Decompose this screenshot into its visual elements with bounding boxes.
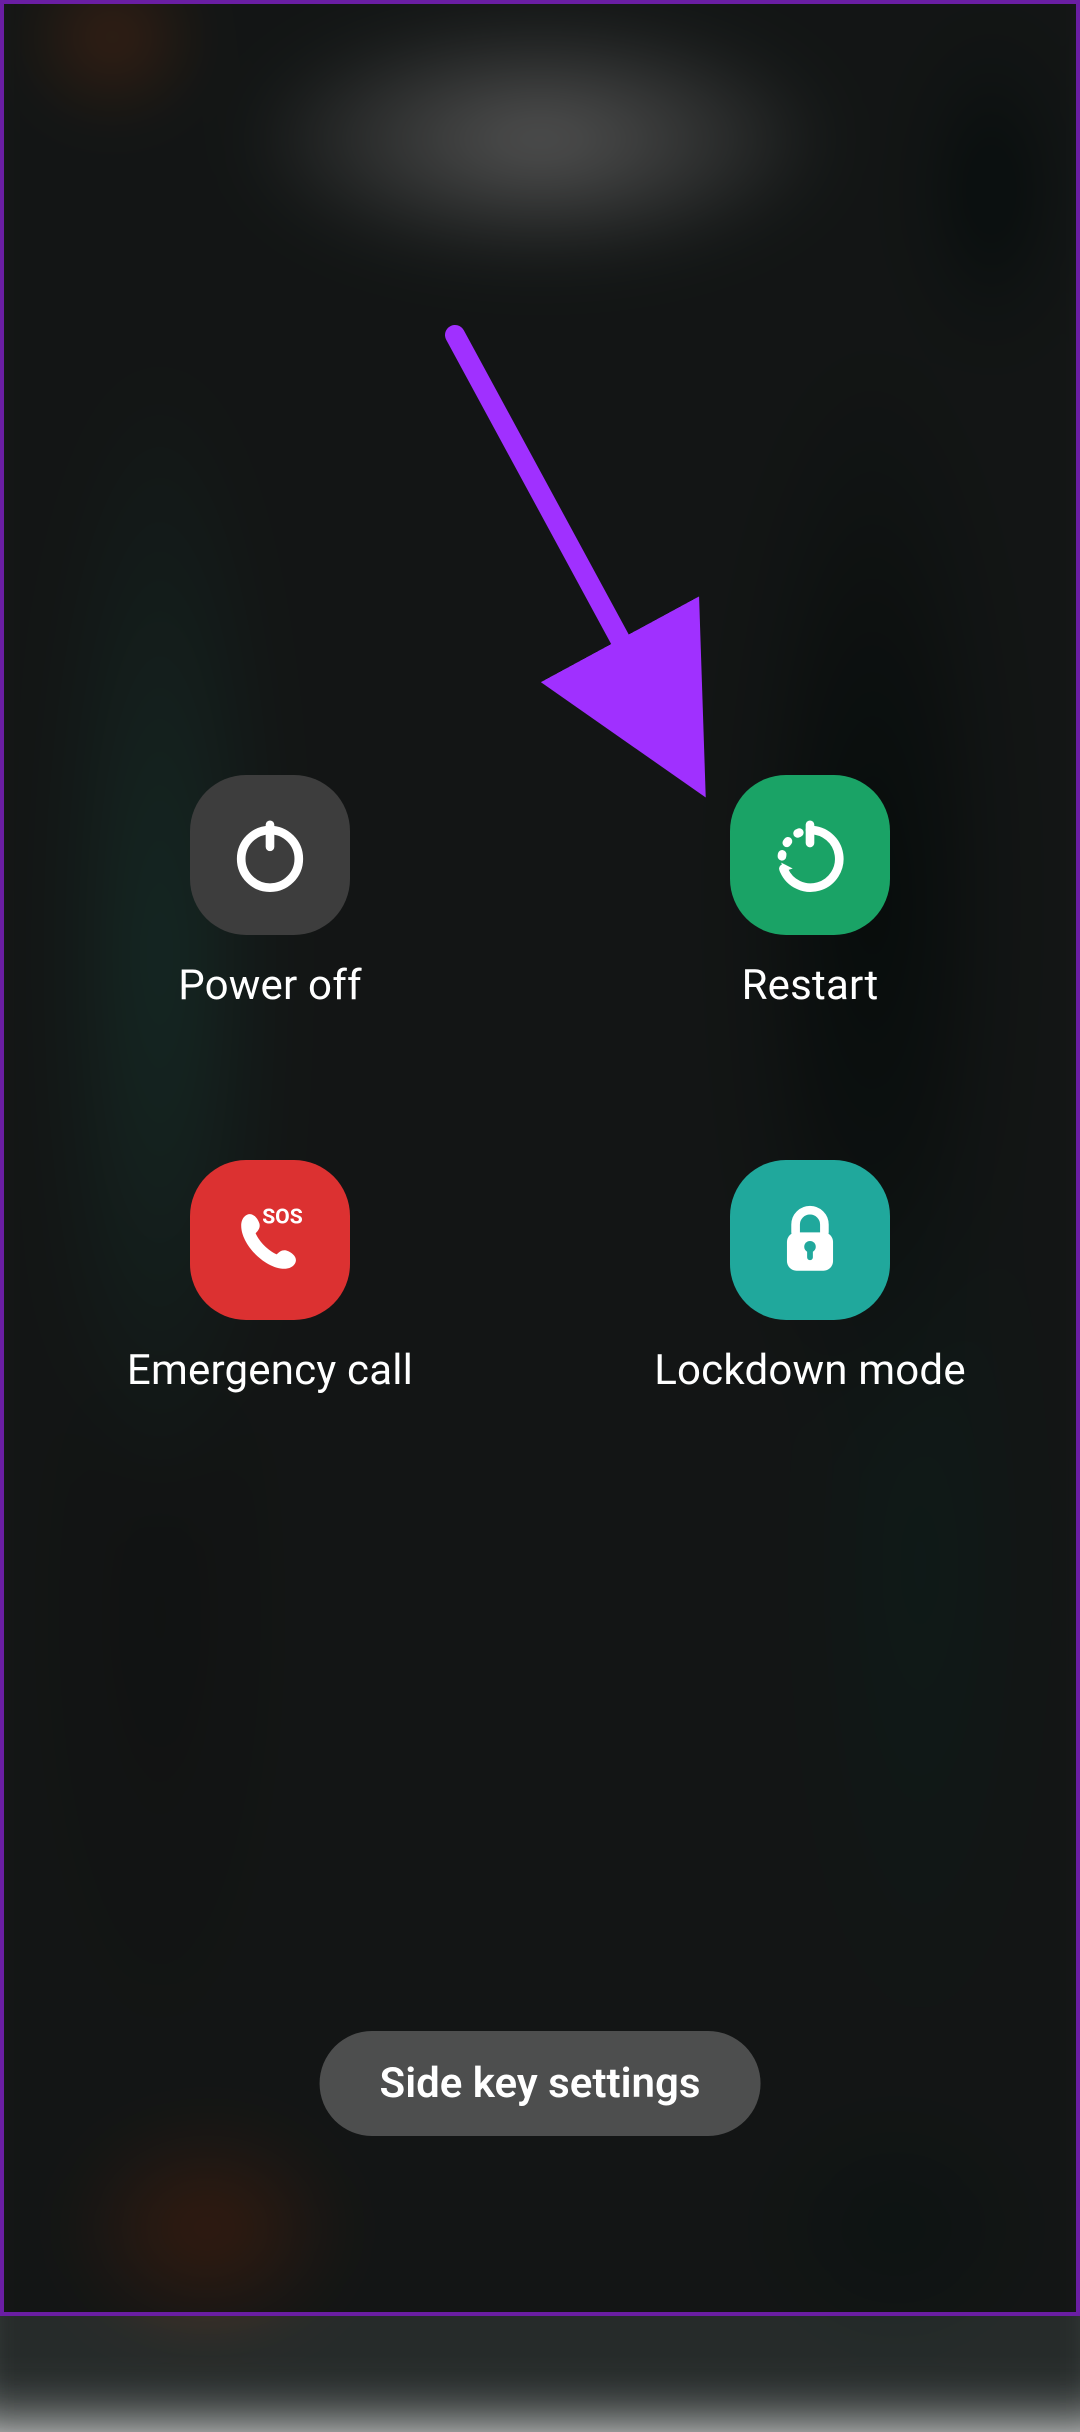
emergency-call-option[interactable]: SOS Emergency call bbox=[127, 1160, 413, 1395]
emergency-call-button[interactable]: SOS bbox=[190, 1160, 350, 1320]
emergency-call-label: Emergency call bbox=[127, 1346, 413, 1395]
annotation-arrow-icon bbox=[425, 305, 755, 805]
lock-icon bbox=[762, 1192, 858, 1288]
restart-button[interactable] bbox=[730, 775, 890, 935]
power-off-label: Power off bbox=[178, 961, 362, 1010]
phone-sos-icon: SOS bbox=[222, 1192, 318, 1288]
lockdown-button[interactable] bbox=[730, 1160, 890, 1320]
power-menu: Power off Restart bbox=[0, 0, 1080, 2316]
power-off-option[interactable]: Power off bbox=[178, 775, 362, 1010]
side-key-settings-label: Side key settings bbox=[380, 2059, 701, 2108]
power-icon bbox=[222, 807, 318, 903]
restart-option[interactable]: Restart bbox=[730, 775, 890, 1010]
restart-label: Restart bbox=[742, 961, 879, 1010]
sos-badge: SOS bbox=[262, 1205, 303, 1230]
lockdown-label: Lockdown mode bbox=[654, 1346, 966, 1395]
lockdown-option[interactable]: Lockdown mode bbox=[654, 1160, 966, 1395]
power-off-button[interactable] bbox=[190, 775, 350, 935]
restart-icon bbox=[762, 807, 858, 903]
side-key-settings-button[interactable]: Side key settings bbox=[320, 2031, 761, 2136]
